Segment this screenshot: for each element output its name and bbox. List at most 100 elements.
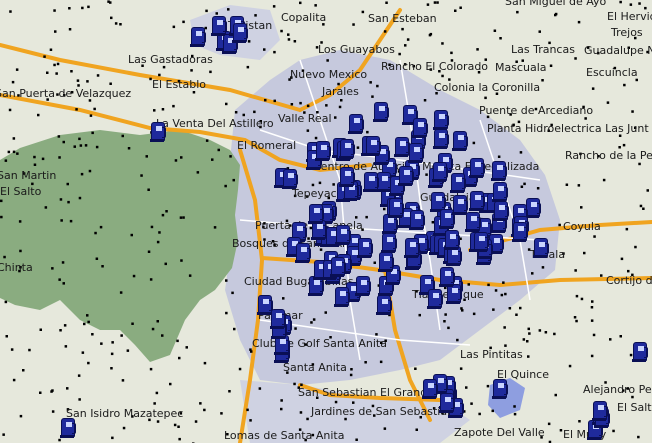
poi-dot: [62, 282, 65, 285]
poi-dot: [11, 80, 15, 84]
gas-station-icon[interactable]: [409, 210, 425, 230]
gas-station-icon[interactable]: [439, 267, 455, 287]
poi-dot: [519, 306, 522, 310]
poi-dot: [568, 364, 572, 368]
poi-dot: [299, 1, 302, 5]
gas-station-icon[interactable]: [355, 276, 371, 296]
gas-station-icon[interactable]: [452, 131, 468, 151]
gas-station-icon[interactable]: [334, 287, 350, 307]
poi-dot: [60, 219, 63, 222]
gas-station-icon[interactable]: [376, 295, 392, 315]
gas-station-icon[interactable]: [190, 27, 206, 47]
poi-dot: [423, 99, 427, 102]
gas-station-icon[interactable]: [492, 379, 508, 399]
gas-station-icon[interactable]: [282, 169, 298, 189]
gas-station-icon[interactable]: [404, 238, 420, 258]
gas-station-icon[interactable]: [257, 295, 273, 315]
poi-dot: [508, 307, 512, 310]
gas-station-icon[interactable]: [295, 243, 311, 263]
gas-station-icon[interactable]: [433, 129, 449, 149]
poi-dot: [637, 435, 640, 439]
gas-station-icon[interactable]: [433, 110, 449, 130]
gas-station-icon[interactable]: [469, 158, 485, 178]
map-view[interactable]: Copalita San Esteban San Miguel de Ayo E…: [0, 0, 652, 443]
poi-dot: [406, 38, 410, 41]
gas-station-icon[interactable]: [348, 114, 364, 134]
gas-station-icon[interactable]: [465, 212, 481, 232]
gas-station-icon[interactable]: [412, 118, 428, 138]
poi-dot: [19, 249, 22, 253]
gas-station-icon[interactable]: [60, 418, 76, 438]
gas-station-icon[interactable]: [444, 230, 460, 250]
gas-station-icon[interactable]: [150, 122, 166, 142]
gas-station-icon[interactable]: [365, 136, 381, 156]
poi-dot: [334, 400, 338, 404]
poi-dot: [80, 172, 84, 176]
gas-station-icon[interactable]: [432, 162, 448, 182]
gas-station-icon[interactable]: [492, 182, 508, 202]
poi-dot: [73, 145, 76, 148]
gas-station-icon[interactable]: [363, 172, 379, 192]
gas-station-icon[interactable]: [632, 342, 648, 362]
poi-dot: [0, 215, 3, 219]
poi-dot: [332, 183, 335, 186]
gas-station-icon[interactable]: [439, 393, 455, 413]
poi-dot: [41, 157, 45, 161]
poi-dot: [156, 320, 159, 323]
poi-dot: [158, 73, 161, 77]
gas-station-icon[interactable]: [473, 232, 489, 252]
poi-dot: [4, 159, 8, 162]
poi-dot: [441, 74, 444, 78]
gas-station-icon[interactable]: [315, 141, 331, 161]
gas-station-icon[interactable]: [270, 309, 286, 329]
gas-station-icon[interactable]: [339, 167, 355, 187]
poi-dot: [119, 291, 123, 294]
gas-station-icon[interactable]: [533, 238, 549, 258]
poi-dot: [114, 22, 118, 25]
poi-dot: [273, 50, 276, 54]
gas-station-icon[interactable]: [211, 16, 227, 36]
poi-dot: [574, 269, 577, 272]
poi-dot: [194, 420, 198, 423]
place-label: San Martin: [0, 169, 57, 182]
gas-station-icon[interactable]: [373, 102, 389, 122]
gas-station-icon[interactable]: [493, 201, 509, 221]
poi-dot: [356, 146, 360, 149]
gas-station-icon[interactable]: [394, 137, 410, 157]
gas-station-icon[interactable]: [357, 238, 373, 258]
gas-station-icon[interactable]: [308, 204, 324, 224]
poi-dot: [149, 278, 153, 281]
poi-dot: [78, 137, 81, 141]
gas-station-icon[interactable]: [491, 161, 507, 181]
gas-station-icon[interactable]: [450, 173, 466, 193]
place-label: Nuevo Mexico: [290, 68, 368, 81]
gas-station-icon[interactable]: [388, 198, 404, 218]
gas-station-icon[interactable]: [335, 225, 351, 245]
poi-dot: [199, 402, 202, 405]
gas-station-icon[interactable]: [452, 195, 468, 215]
place-label: Jarales: [322, 85, 359, 98]
gas-station-icon[interactable]: [592, 401, 608, 421]
gas-station-icon[interactable]: [398, 166, 414, 186]
poi-dot: [574, 57, 577, 60]
poi-dot: [58, 156, 61, 159]
poi-dot: [444, 313, 447, 316]
poi-dot: [46, 71, 49, 74]
poi-dot: [306, 129, 310, 132]
gas-station-icon[interactable]: [427, 289, 443, 309]
gas-station-icon[interactable]: [512, 222, 528, 242]
gas-station-icon[interactable]: [469, 191, 485, 211]
poi-dot: [196, 171, 200, 174]
poi-dot: [78, 398, 81, 401]
gas-station-icon[interactable]: [381, 233, 397, 253]
gas-station-icon[interactable]: [378, 252, 394, 272]
gas-station-icon[interactable]: [330, 257, 346, 277]
poi-dot: [232, 178, 235, 182]
gas-station-icon[interactable]: [422, 379, 438, 399]
poi-dot: [87, 5, 90, 9]
gas-station-icon[interactable]: [446, 284, 462, 304]
gas-station-icon[interactable]: [339, 139, 355, 159]
gas-station-icon[interactable]: [408, 143, 424, 163]
gas-station-icon[interactable]: [232, 23, 248, 43]
gas-station-icon[interactable]: [439, 209, 455, 229]
